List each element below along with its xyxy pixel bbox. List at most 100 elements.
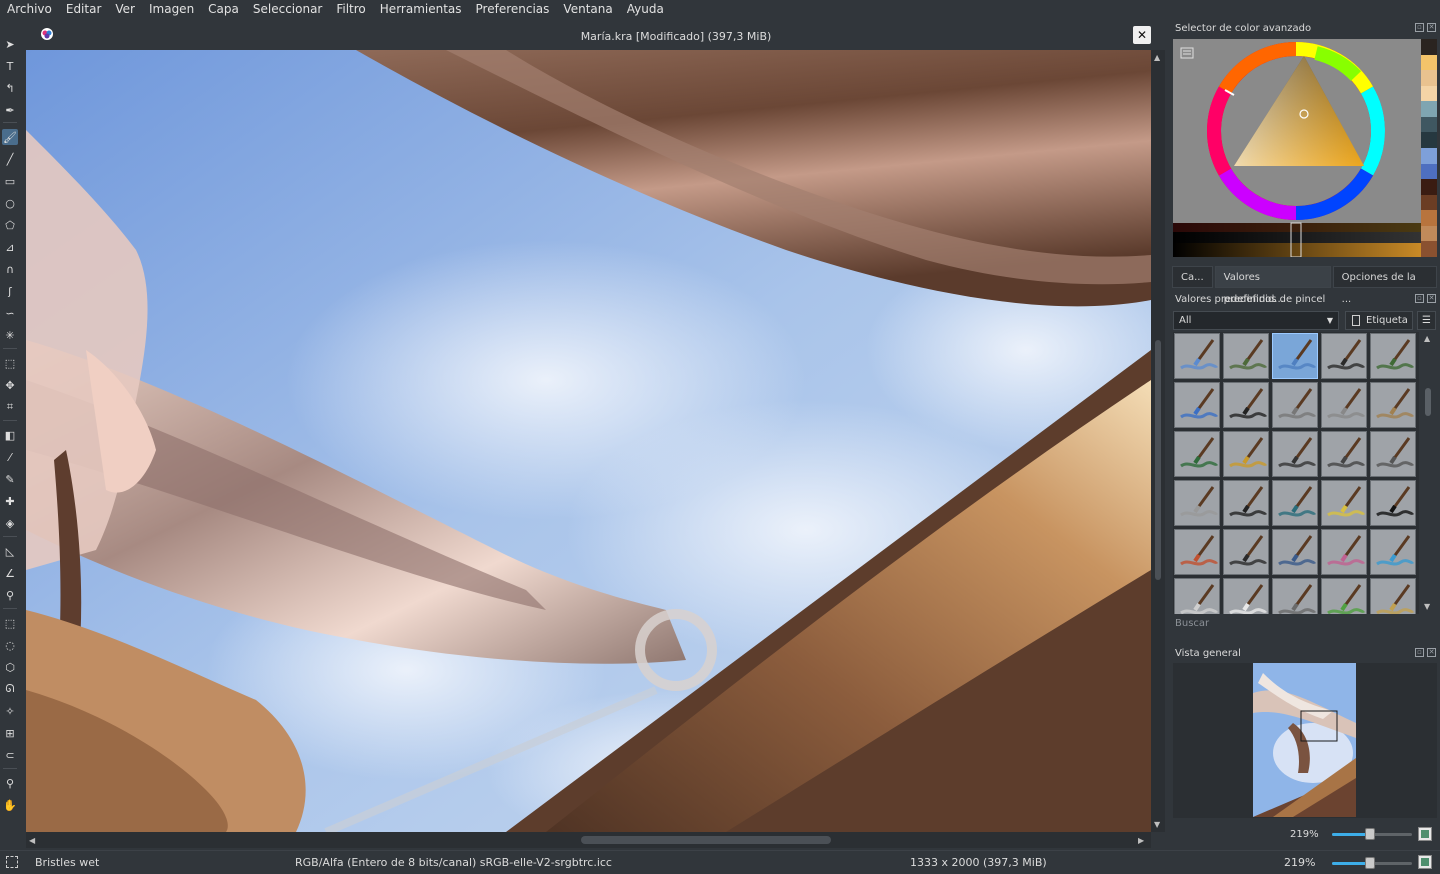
tab-brush-presets[interactable]: Valores predefinid... (1214, 266, 1331, 305)
move-tool-icon[interactable]: ✥ (2, 377, 18, 393)
brush-preset-tile[interactable] (1272, 578, 1318, 614)
brush-preset-tile[interactable] (1174, 480, 1220, 526)
reference-images-tool-icon[interactable]: ⚲ (2, 587, 18, 603)
colorize-mask-tool-icon[interactable]: ✎ (2, 471, 18, 487)
color-history-swatch[interactable] (1421, 163, 1437, 180)
brush-preset-tile[interactable] (1370, 480, 1416, 526)
current-brush[interactable]: Bristles wet (35, 856, 99, 869)
zoom-fit-button[interactable] (1418, 855, 1432, 869)
menu-preferencias[interactable]: Preferencias (469, 0, 557, 18)
preset-view-mode-button[interactable]: ☰ (1417, 311, 1436, 330)
scroll-right-icon[interactable]: ▶ (1138, 836, 1144, 845)
menu-editar[interactable]: Editar (59, 0, 109, 18)
brush-preset-tile[interactable] (1370, 382, 1416, 428)
assistant-tool-icon[interactable]: ◺ (2, 543, 18, 559)
text-tool-icon[interactable]: T (2, 58, 18, 74)
line-tool-icon[interactable]: ╱ (2, 151, 18, 167)
freehand-selection-tool-icon[interactable]: ᘏ (2, 681, 18, 697)
brush-preset-tile[interactable] (1370, 431, 1416, 477)
color-history-swatch[interactable] (1421, 210, 1437, 226)
menu-herramientas[interactable]: Herramientas (373, 0, 469, 18)
color-history-swatch[interactable] (1421, 70, 1437, 86)
tab-layers[interactable]: Ca... (1172, 266, 1213, 288)
brush-preset-tile[interactable] (1223, 333, 1269, 379)
menu-archivo[interactable]: Archivo (0, 0, 59, 18)
pan-tool-icon[interactable]: ✋ (2, 797, 18, 813)
color-history-swatch[interactable] (1421, 225, 1437, 242)
brush-preset-tile[interactable] (1272, 333, 1318, 379)
menu-seleccionar[interactable]: Seleccionar (246, 0, 329, 18)
freehand-brush-tool-icon[interactable]: 🖌 (2, 129, 18, 145)
contiguous-selection-tool-icon[interactable]: ✧ (2, 703, 18, 719)
menu-ver[interactable]: Ver (108, 0, 142, 18)
canvas-horizontal-scrollbar[interactable]: ◀ ▶ (26, 832, 1151, 848)
brush-preset-tile[interactable] (1174, 382, 1220, 428)
brush-preset-tile[interactable] (1370, 529, 1416, 575)
menu-ayuda[interactable]: Ayuda (620, 0, 671, 18)
color-history-swatch[interactable] (1421, 147, 1437, 164)
measure-tool-icon[interactable]: ∠ (2, 565, 18, 581)
select-shapes-tool-icon[interactable]: ➤ (2, 36, 18, 52)
fill-tool-icon[interactable]: ◈ (2, 515, 18, 531)
scroll-up-icon[interactable]: ▲ (1424, 334, 1430, 343)
scroll-down-icon[interactable]: ▼ (1424, 602, 1430, 611)
brush-preset-tile[interactable] (1272, 431, 1318, 477)
brush-preset-tile[interactable] (1223, 480, 1269, 526)
horizontal-scroll-thumb[interactable] (581, 836, 831, 844)
color-history-swatch[interactable] (1421, 101, 1437, 117)
preset-search-input[interactable]: Buscar (1173, 618, 1435, 634)
color-history-strip[interactable] (1421, 39, 1437, 257)
zoom-tool-icon[interactable]: ⚲ (2, 775, 18, 791)
brush-preset-tile[interactable] (1321, 480, 1367, 526)
color-wheel[interactable] (1173, 39, 1421, 258)
brush-preset-tile[interactable] (1272, 529, 1318, 575)
overview-zoom-slider[interactable] (1332, 828, 1412, 840)
preset-filter-select[interactable]: All ▼ (1173, 311, 1339, 330)
menu-filtro[interactable]: Filtro (329, 0, 372, 18)
calligraphy-tool-icon[interactable]: ✒ (2, 102, 18, 118)
color-history-swatch[interactable] (1421, 116, 1437, 133)
color-history-swatch[interactable] (1421, 132, 1437, 148)
float-panel-icon[interactable]: ▫ (1415, 23, 1424, 32)
brush-preset-tile[interactable] (1174, 431, 1220, 477)
brush-preset-tile[interactable] (1321, 431, 1367, 477)
float-panel-icon[interactable]: ▫ (1415, 648, 1424, 657)
preset-scroll-thumb[interactable] (1425, 388, 1431, 416)
color-space-info[interactable]: RGB/Alfa (Entero de 8 bits/canal) sRGB-e… (295, 856, 612, 869)
rectangular-selection-tool-icon[interactable]: ⬚ (2, 615, 18, 631)
brush-preset-tile[interactable] (1370, 333, 1416, 379)
brush-preset-tile[interactable] (1321, 578, 1367, 614)
painting-canvas[interactable] (26, 50, 1151, 832)
brush-preset-tile[interactable] (1321, 529, 1367, 575)
overview-panel[interactable] (1173, 663, 1437, 818)
color-history-swatch[interactable] (1421, 194, 1437, 211)
scroll-down-icon[interactable]: ▼ (1154, 820, 1160, 829)
scroll-left-icon[interactable]: ◀ (29, 836, 35, 845)
zoom-slider-knob[interactable] (1365, 857, 1375, 869)
gradient-tool-icon[interactable]: ◧ (2, 427, 18, 443)
brush-preset-tile[interactable] (1321, 333, 1367, 379)
color-history-swatch[interactable] (1421, 241, 1437, 257)
brush-preset-tile[interactable] (1174, 333, 1220, 379)
freehand-path-tool-icon[interactable]: ʃ (2, 283, 18, 299)
crop-tool-icon[interactable]: ⌗ (2, 399, 18, 415)
brush-preset-tile[interactable] (1370, 578, 1416, 614)
polygonal-selection-tool-icon[interactable]: ⬡ (2, 659, 18, 675)
color-history-swatch[interactable] (1421, 54, 1437, 71)
close-panel-icon[interactable]: ✕ (1427, 294, 1436, 303)
dynamic-brush-tool-icon[interactable]: ∽ (2, 305, 18, 321)
rectangle-tool-icon[interactable]: ▭ (2, 173, 18, 189)
brush-preset-tile[interactable] (1174, 529, 1220, 575)
brush-preset-tile[interactable] (1321, 382, 1367, 428)
overview-zoom-slider-knob[interactable] (1365, 828, 1375, 840)
brush-preset-tile[interactable] (1223, 578, 1269, 614)
close-panel-icon[interactable]: ✕ (1427, 648, 1436, 657)
color-picker-tool-icon[interactable]: ⁄ (2, 449, 18, 465)
vertical-scroll-thumb[interactable] (1155, 340, 1161, 580)
smart-patch-tool-icon[interactable]: ✚ (2, 493, 18, 509)
ellipse-tool-icon[interactable]: ○ (2, 195, 18, 211)
multibrush-tool-icon[interactable]: ✳ (2, 327, 18, 343)
color-history-swatch[interactable] (1421, 39, 1437, 55)
brush-preset-tile[interactable] (1223, 529, 1269, 575)
zoom-slider[interactable] (1332, 857, 1412, 869)
